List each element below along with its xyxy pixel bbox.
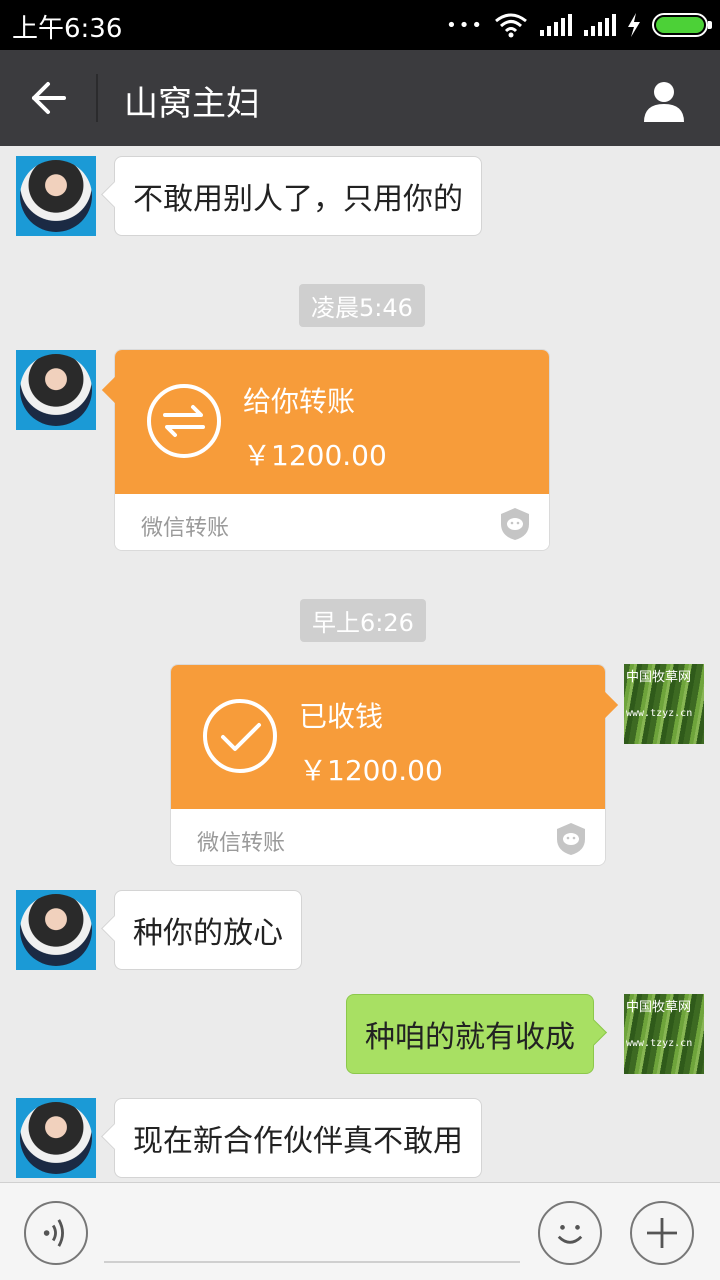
message-bubble[interactable]: 现在新合作伙伴真不敢用 (114, 1098, 482, 1178)
person-icon[interactable] (642, 78, 686, 122)
message-bubble[interactable]: 种你的放心 (114, 890, 302, 970)
transfer-label: 给你转账 (243, 385, 356, 418)
avatar-watermark: 中国牧草网 (626, 670, 692, 685)
contact-avatar[interactable] (16, 350, 96, 430)
timestamp: 凌晨5:46 (299, 284, 425, 327)
transfer-arrows-icon (147, 384, 221, 458)
message-text: 现在新合作伙伴真不敢用 (133, 1124, 463, 1159)
transfer-card-footer: 微信转账 (115, 494, 549, 550)
chat-header: 山窝主妇 (0, 50, 720, 146)
avatar-watermark-url: www.tzyz.cn (626, 708, 693, 719)
battery-icon (652, 13, 712, 37)
plus-button[interactable] (630, 1201, 694, 1265)
status-time: 上午6:36 (12, 14, 123, 44)
transfer-amount: ￥1200.00 (243, 439, 387, 472)
arrow-left-icon[interactable] (28, 78, 68, 118)
notification-dots-icon: ••• (446, 14, 484, 36)
emoji-button[interactable] (538, 1201, 602, 1265)
message-text: 不敢用别人了，只用你的 (133, 182, 463, 217)
contact-avatar[interactable] (16, 1098, 96, 1178)
transfer-card-footer: 微信转账 (171, 809, 605, 865)
status-bar: 上午6:36 ••• (0, 0, 720, 50)
check-circle-icon (203, 699, 277, 773)
message-text: 种你的放心 (133, 916, 283, 951)
avatar-watermark-url: www.tzyz.cn (626, 1038, 693, 1049)
avatar-watermark: 中国牧草网 (626, 1000, 692, 1015)
wifi-icon (495, 13, 527, 38)
plus-icon (647, 1218, 677, 1248)
chat-area[interactable]: 不敢用别人了，只用你的 凌晨5:46 给你转账 ￥1200.00 微信转账 早上… (0, 146, 720, 1182)
message-input[interactable] (104, 1205, 520, 1263)
signal-icon-2 (584, 14, 616, 36)
emoji-icon (557, 1225, 583, 1244)
contact-avatar[interactable] (16, 156, 96, 236)
transfer-amount: ￥1200.00 (299, 754, 443, 787)
status-icons: ••• (446, 10, 712, 40)
voice-icon (43, 1219, 64, 1247)
signal-icon (540, 14, 572, 36)
header-divider (96, 74, 98, 122)
my-avatar[interactable]: 中国牧草网 www.tzyz.cn (624, 994, 704, 1074)
transfer-card-received[interactable]: 已收钱 ￥1200.00 微信转账 (170, 664, 619, 866)
transfer-label: 已收钱 (299, 700, 384, 733)
transfer-service: 微信转账 (141, 516, 230, 541)
transfer-card-top: 已收钱 ￥1200.00 (171, 665, 605, 809)
my-message-bubble[interactable]: 种咱的就有收成 (346, 994, 594, 1074)
charging-icon (628, 13, 640, 37)
timestamp: 早上6:26 (300, 599, 426, 642)
transfer-card-top: 给你转账 ￥1200.00 (115, 350, 549, 494)
wechat-shield-icon (501, 508, 529, 540)
my-avatar[interactable]: 中国牧草网 www.tzyz.cn (624, 664, 704, 744)
contact-avatar[interactable] (16, 890, 96, 970)
chat-title: 山窝主妇 (124, 84, 260, 124)
wechat-shield-icon (557, 823, 585, 855)
input-bar (0, 1182, 720, 1280)
transfer-service: 微信转账 (197, 831, 286, 856)
message-text: 种咱的就有收成 (365, 1020, 575, 1055)
transfer-card-sent[interactable]: 给你转账 ￥1200.00 微信转账 (101, 349, 550, 551)
voice-button[interactable] (24, 1201, 88, 1265)
message-bubble[interactable]: 不敢用别人了，只用你的 (114, 156, 482, 236)
